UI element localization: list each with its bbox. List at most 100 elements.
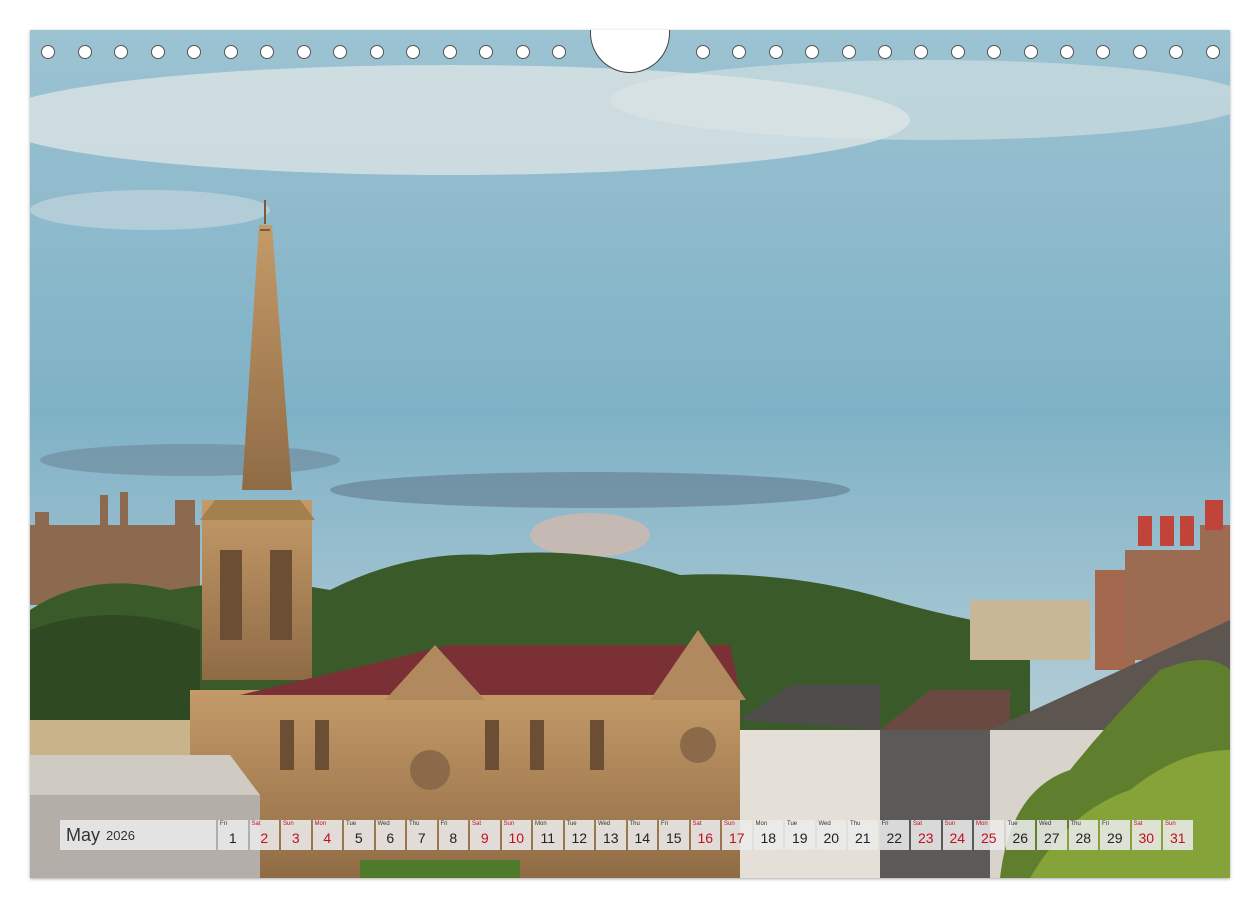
church-townscape-image bbox=[30, 30, 1230, 878]
day-cell: Fri 22 bbox=[879, 820, 909, 850]
day-cell: Wed 20 bbox=[816, 820, 846, 850]
day-number: 13 bbox=[602, 830, 619, 846]
day-of-week: Thu bbox=[409, 821, 420, 827]
day-number: 22 bbox=[886, 830, 903, 846]
day-of-week: Mon bbox=[314, 821, 327, 827]
day-cell: Sat 16 bbox=[690, 820, 720, 850]
day-number: 18 bbox=[760, 830, 777, 846]
day-of-week: Mon bbox=[976, 821, 988, 827]
day-of-week: Wed bbox=[818, 821, 831, 827]
day-of-week: Sat bbox=[692, 821, 702, 827]
day-of-week: Fri bbox=[661, 821, 668, 827]
day-cell: Thu 28 bbox=[1068, 820, 1098, 850]
day-number: 24 bbox=[949, 830, 966, 846]
day-cell: Thu 14 bbox=[627, 820, 657, 850]
day-number: 5 bbox=[354, 830, 363, 846]
day-cell: Fri 8 bbox=[438, 820, 468, 850]
day-number: 14 bbox=[634, 830, 651, 846]
day-number: 27 bbox=[1043, 830, 1060, 846]
day-cell: Mon 4 bbox=[312, 820, 342, 850]
day-of-week: Sat bbox=[913, 821, 923, 827]
day-cell: Thu 21 bbox=[848, 820, 878, 850]
day-number: 3 bbox=[291, 830, 300, 846]
day-of-week: Fri bbox=[220, 821, 227, 827]
day-number: 28 bbox=[1075, 830, 1092, 846]
day-number: 1 bbox=[228, 830, 237, 846]
day-cell: Tue 19 bbox=[785, 820, 815, 850]
day-of-week: Tue bbox=[566, 821, 577, 827]
day-number: 19 bbox=[791, 830, 808, 846]
day-number: 23 bbox=[917, 830, 934, 846]
day-of-week: Wed bbox=[1039, 821, 1052, 827]
day-number: 20 bbox=[823, 830, 840, 846]
day-cell: Sun 3 bbox=[281, 820, 311, 850]
day-of-week: Thu bbox=[1070, 821, 1081, 827]
day-number: 12 bbox=[571, 830, 588, 846]
month-calendar-strip: May 2026 Fri 1 Sat 2 Sun 3 Mon 4 Tue 5 Wed 6 Thu 7 Fri… bbox=[60, 820, 1195, 850]
day-cell: Thu 7 bbox=[407, 820, 437, 850]
day-number: 25 bbox=[980, 830, 997, 846]
day-number: 15 bbox=[665, 830, 682, 846]
day-of-week: Sat bbox=[472, 821, 482, 827]
day-of-week: Sun bbox=[283, 821, 294, 827]
day-cell: Fri 1 bbox=[218, 820, 248, 850]
day-of-week: Mon bbox=[755, 821, 768, 827]
day-cell: Tue 26 bbox=[1005, 820, 1035, 850]
day-cell: Fri 15 bbox=[659, 820, 689, 850]
day-number: 10 bbox=[508, 830, 525, 846]
day-of-week: Sun bbox=[1165, 821, 1176, 827]
day-number: 7 bbox=[417, 830, 426, 846]
day-of-week: Mon bbox=[535, 821, 547, 827]
day-of-week: Sun bbox=[503, 821, 515, 827]
day-cell: Wed 13 bbox=[596, 820, 626, 850]
day-of-week: Fri bbox=[881, 821, 889, 827]
year: 2026 bbox=[106, 827, 135, 843]
day-number: 11 bbox=[540, 830, 556, 846]
day-of-week: Sat bbox=[251, 821, 261, 827]
day-of-week: Sun bbox=[724, 821, 735, 827]
day-of-week: Fri bbox=[440, 821, 448, 827]
day-cell: Sat 2 bbox=[249, 820, 279, 850]
day-number: 29 bbox=[1106, 830, 1123, 846]
day-cell: Mon 18 bbox=[753, 820, 783, 850]
day-cell: Tue 5 bbox=[344, 820, 374, 850]
day-of-week: Wed bbox=[598, 821, 611, 827]
day-cell: Wed 27 bbox=[1037, 820, 1067, 850]
day-cell: Sat 23 bbox=[911, 820, 941, 850]
day-of-week: Fri bbox=[1102, 821, 1109, 827]
day-number: 4 bbox=[323, 830, 332, 846]
day-cell: Sun 24 bbox=[942, 820, 972, 850]
day-cell: Mon 11 bbox=[533, 820, 563, 850]
day-cell: Sun 17 bbox=[722, 820, 752, 850]
day-of-week: Tue bbox=[787, 821, 798, 827]
day-number: 6 bbox=[386, 830, 395, 846]
day-number: 21 bbox=[854, 830, 871, 846]
day-cells: Fri 1 Sat 2 Sun 3 Mon 4 Tue 5 Wed 6 Thu 7 Fri 8 Sat 9 Sun 1… bbox=[218, 820, 1195, 850]
day-number: 30 bbox=[1138, 830, 1155, 846]
day-cell: Fri 29 bbox=[1100, 820, 1130, 850]
day-of-week: Tue bbox=[346, 821, 357, 827]
day-number: 8 bbox=[449, 830, 458, 846]
day-number: 31 bbox=[1169, 830, 1186, 846]
day-number: 9 bbox=[480, 830, 489, 846]
day-number: 2 bbox=[260, 830, 269, 846]
month-label-box: May 2026 bbox=[60, 820, 216, 850]
day-of-week: Thu bbox=[629, 821, 640, 827]
day-number: 26 bbox=[1012, 830, 1029, 846]
day-cell: Mon 25 bbox=[974, 820, 1004, 850]
month-name: May bbox=[66, 824, 101, 845]
day-of-week: Thu bbox=[850, 821, 861, 827]
day-of-week: Sat bbox=[1133, 821, 1143, 827]
day-of-week: Sun bbox=[944, 821, 956, 827]
day-number: 17 bbox=[728, 830, 745, 846]
day-cell: Tue 12 bbox=[564, 820, 594, 850]
day-cell: Sat 9 bbox=[470, 820, 500, 850]
day-of-week: Wed bbox=[377, 821, 390, 827]
day-number: 16 bbox=[697, 830, 714, 846]
day-of-week: Tue bbox=[1007, 821, 1018, 827]
day-cell: Wed 6 bbox=[375, 820, 405, 850]
calendar-photo bbox=[30, 30, 1230, 878]
day-cell: Sun 10 bbox=[501, 820, 531, 850]
day-cell: Sun 31 bbox=[1163, 820, 1193, 850]
day-cell: Sat 30 bbox=[1131, 820, 1161, 850]
